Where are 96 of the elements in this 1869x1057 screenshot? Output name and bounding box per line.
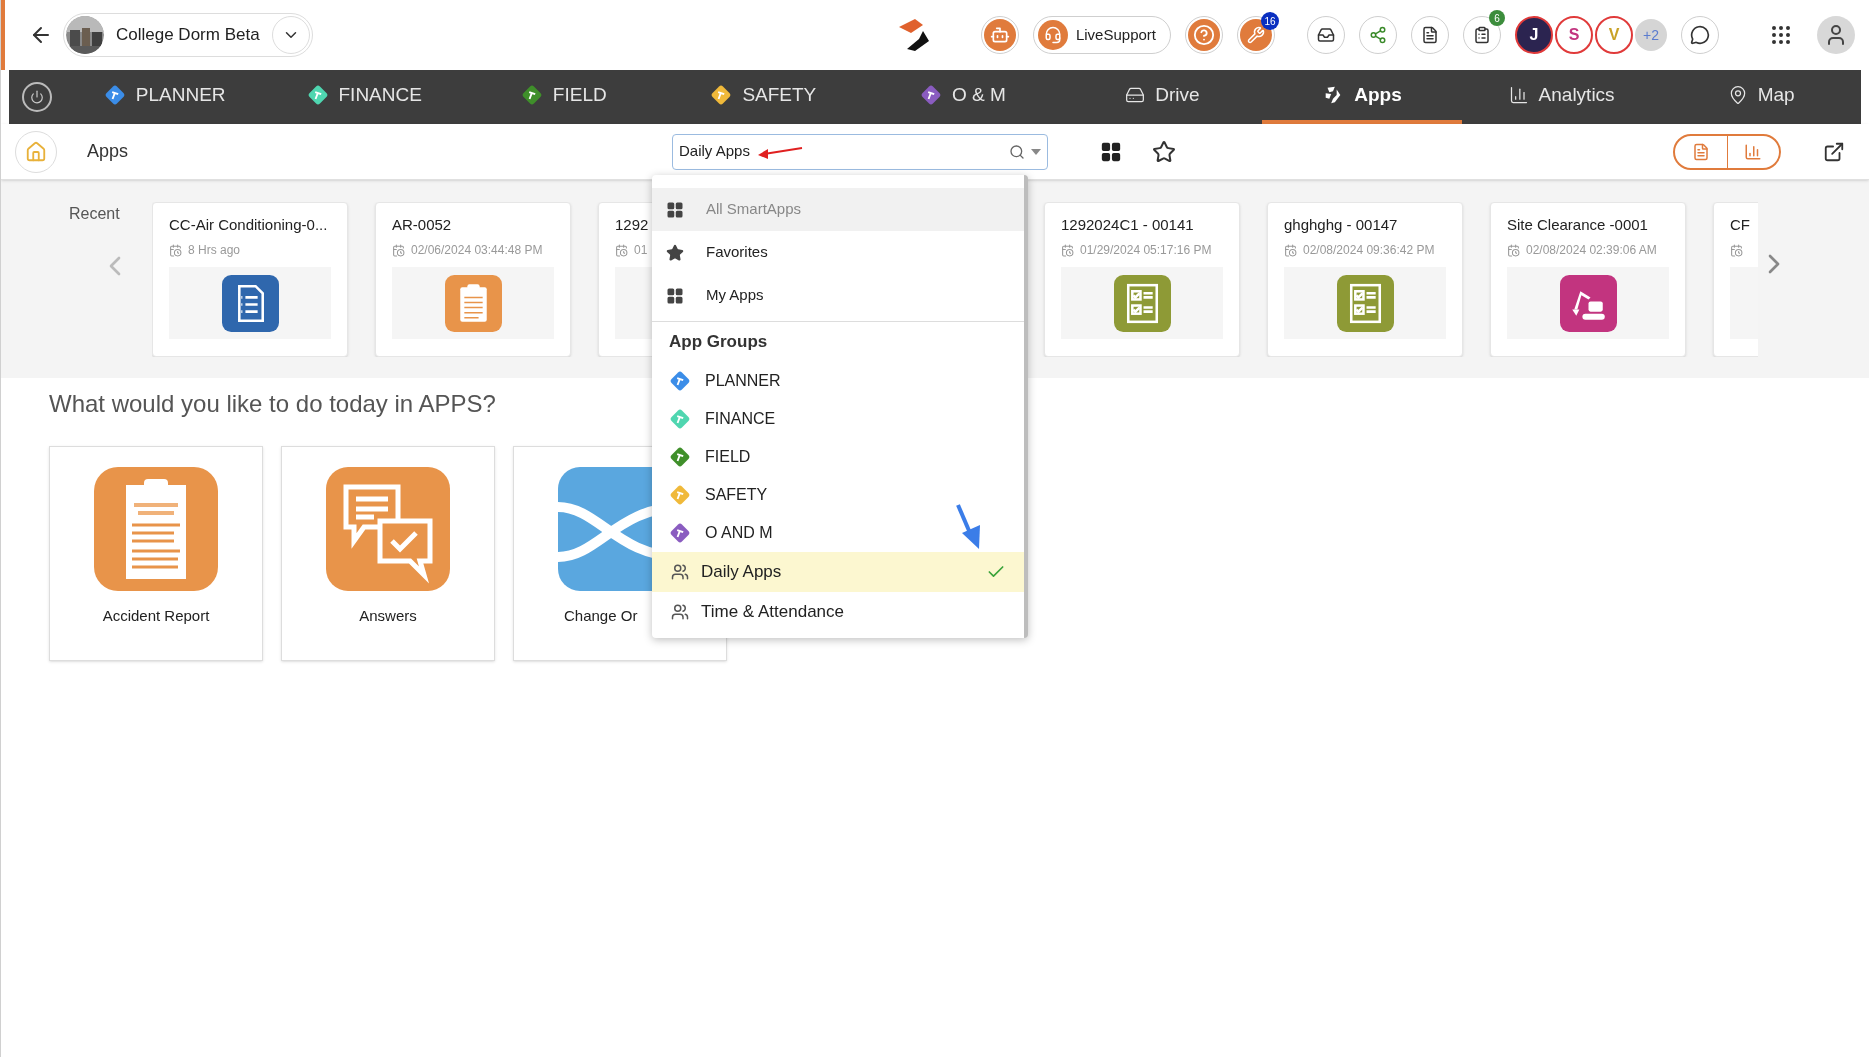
chat-bubbles-icon (326, 467, 450, 591)
wrench-icon (1247, 26, 1265, 44)
user-avatar[interactable] (1817, 16, 1855, 54)
tile-label: Accident Report (102, 606, 210, 626)
page-title: Apps (87, 140, 129, 163)
nav-tab[interactable]: SAFETY (663, 70, 864, 124)
recent-label: Recent (69, 204, 120, 224)
help-button[interactable] (1185, 16, 1223, 54)
annotation-arrow (954, 503, 982, 551)
grid-icon (666, 200, 684, 219)
tile-label: Change Or (564, 606, 638, 626)
notification-badge: 6 (1489, 10, 1505, 26)
calendar-clock-icon (1730, 243, 1743, 257)
power-button[interactable] (21, 82, 52, 112)
nav-tab[interactable]: FIELD (464, 70, 664, 124)
drive-icon (1125, 85, 1146, 105)
card-title: CF (1730, 215, 1750, 235)
robot-icon (989, 25, 1010, 45)
nav-tab[interactable]: Drive (1062, 70, 1263, 124)
apps-grid-icon[interactable] (1769, 23, 1793, 47)
menu-item[interactable]: Favorites (652, 231, 1024, 274)
recent-card[interactable]: Site Clearance -0001 02/08/2024 02:39:06 AM (1490, 202, 1686, 357)
calendar-clock-icon (169, 243, 182, 257)
bot-button[interactable] (980, 16, 1019, 54)
calendar-clock-icon (615, 243, 628, 257)
nav-tab[interactable]: Apps (1262, 70, 1462, 124)
card-time: 02/08/2024 02:39:06 AM (1526, 242, 1657, 259)
star-icon[interactable] (1152, 139, 1177, 164)
people-icon (671, 563, 689, 581)
user-avatar[interactable]: J (1515, 16, 1553, 54)
menu-section-heading: App Groups (668, 331, 769, 354)
nav-tab[interactable]: O & M (863, 70, 1063, 124)
search-value: Daily Apps (679, 141, 750, 162)
prompt-heading: What would you like to do today in APPS? (49, 389, 496, 419)
menu-item[interactable]: FINANCE (652, 400, 1024, 438)
card-title: CC-Air Conditioning-0... (169, 215, 328, 235)
external-link-icon[interactable] (1823, 140, 1845, 163)
menu-item[interactable]: Daily Apps (652, 552, 1024, 592)
chart-icon[interactable] (1744, 142, 1763, 161)
clipboard-icon (1473, 26, 1491, 44)
card-time: 01 (634, 242, 648, 259)
help-icon (1193, 24, 1215, 46)
document-icon[interactable] (1691, 142, 1710, 161)
clipboard-icon (94, 467, 218, 591)
forms-button[interactable] (1411, 16, 1449, 54)
nav-tab[interactable]: FINANCE (264, 70, 464, 124)
grid-settings-icon[interactable] (1100, 140, 1123, 163)
inbox-icon (1317, 26, 1335, 44)
calendar-clock-icon (1284, 243, 1297, 257)
card-title: 1292 (615, 215, 649, 235)
search-icon[interactable] (1009, 143, 1026, 160)
recent-card[interactable]: CC-Air Conditioning-0... 8 Hrs ago (152, 202, 348, 357)
menu-item[interactable]: My Apps (652, 274, 1024, 317)
card-time: 01/29/2024 05:17:16 PM (1080, 242, 1212, 259)
chart-icon (1508, 85, 1529, 105)
app-tile[interactable]: Answers (281, 446, 495, 661)
star-icon (666, 243, 684, 262)
menu-item[interactable]: PLANNER (652, 362, 1024, 400)
headset-icon (1043, 26, 1062, 44)
inbox-button[interactable] (1307, 16, 1345, 54)
calendar-clock-icon (1507, 243, 1520, 257)
home-icon (25, 140, 47, 163)
recent-card[interactable]: AR-0052 02/06/2024 03:44:48 PM (375, 202, 571, 357)
chat-icon (1690, 25, 1710, 45)
recent-card[interactable]: ghghghg - 00147 02/08/2024 09:36:42 PM (1267, 202, 1463, 357)
tools-button[interactable] (1237, 16, 1275, 54)
view-toggle[interactable] (1673, 133, 1781, 170)
card-title: 1292024C1 - 00141 (1061, 215, 1194, 235)
app-tile[interactable]: Accident Report (49, 446, 263, 661)
notification-badge: 16 (1261, 12, 1279, 30)
project-name: College Dorm Beta (116, 24, 260, 47)
recent-card[interactable]: CF (1713, 202, 1758, 357)
chat-button[interactable] (1681, 16, 1719, 54)
card-title: ghghghg - 00147 (1284, 215, 1398, 235)
share-button[interactable] (1359, 16, 1397, 54)
tasks-button[interactable] (1463, 16, 1501, 54)
calendar-clock-icon (392, 243, 405, 257)
grid-icon (666, 286, 684, 305)
card-title: Site Clearance -0001 (1507, 215, 1648, 235)
nav-tab[interactable]: Map (1661, 70, 1861, 124)
recent-card[interactable]: 1292024C1 - 00141 01/29/2024 05:17:16 PM (1044, 202, 1240, 357)
calendar-clock-icon (1061, 243, 1074, 257)
caret-icon[interactable] (1031, 148, 1042, 155)
nav-tab[interactable]: PLANNER (64, 70, 265, 124)
card-time: 02/06/2024 03:44:48 PM (411, 242, 543, 259)
user-avatar[interactable]: S (1555, 16, 1593, 54)
power-icon (29, 90, 44, 104)
card-time: 8 Hrs ago (188, 242, 241, 259)
share-icon (1369, 26, 1387, 44)
document-icon (1421, 26, 1439, 44)
nav-tab[interactable]: Analytics (1461, 70, 1662, 124)
app-search-field[interactable]: Daily Apps (672, 133, 1049, 170)
card-time: 02/08/2024 09:36:42 PM (1303, 242, 1435, 259)
tile-label: Answers (359, 606, 417, 626)
people-icon (671, 603, 689, 621)
card-title: AR-0052 (392, 215, 452, 235)
